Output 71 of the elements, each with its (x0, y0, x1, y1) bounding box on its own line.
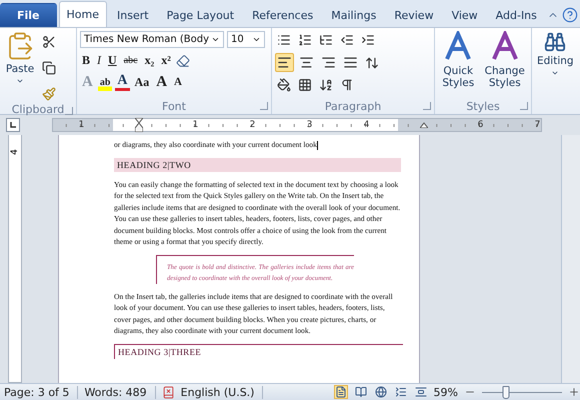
font-name-field[interactable]: Times New Roman (Body (80, 31, 224, 48)
ruler-number: 6 (476, 120, 484, 130)
paste-button[interactable]: Paste (3, 31, 37, 103)
view-button[interactable] (334, 385, 348, 399)
letter-a-icon (490, 31, 520, 61)
font-effect-button[interactable]: A (115, 73, 130, 91)
format-button[interactable]: I (95, 52, 104, 69)
view-button[interactable] (354, 385, 368, 399)
caret-icon (211, 35, 220, 44)
font-effect-button[interactable]: A (154, 74, 170, 90)
format-button[interactable]: x² (159, 52, 173, 69)
group-label: Styles (466, 100, 500, 112)
editing-button[interactable]: Editing (535, 31, 576, 114)
format-button[interactable]: abc (122, 52, 140, 69)
copy-icon[interactable] (40, 59, 58, 77)
ribbon-tab[interactable]: Insert (109, 3, 157, 27)
letter-a-icon (443, 31, 474, 61)
right-indent-marker-icon[interactable] (420, 122, 428, 128)
zoom-level[interactable]: 59% (434, 386, 458, 398)
text-cursor (316, 140, 318, 150)
view-button[interactable] (374, 385, 388, 399)
ruler-number: 3 (306, 120, 314, 130)
styles-button[interactable]: Change Styles (482, 31, 528, 98)
group-label: Paragraph (324, 100, 382, 112)
format-button[interactable]: U (106, 52, 119, 69)
page-count[interactable]: Page: 3 of 5 (4, 386, 78, 398)
font-effect-button[interactable]: Aa (132, 74, 152, 90)
proofing-error-icon (162, 386, 175, 398)
word-count[interactable]: Words: 489 (84, 386, 156, 398)
ruler-number: 4 (362, 120, 370, 130)
eraser-icon (176, 54, 190, 68)
help-icon (562, 7, 578, 23)
binoculars-icon (544, 31, 566, 53)
ribbon-tab[interactable]: References (244, 3, 322, 27)
ruler-number: 1 (192, 120, 200, 130)
launcher-icon[interactable] (260, 102, 268, 110)
view-button[interactable] (394, 385, 408, 399)
ribbon-tab[interactable]: Home (58, 1, 107, 27)
tab-selector-icon[interactable] (6, 118, 20, 132)
ribbon-tab[interactable]: Review (386, 3, 442, 27)
borders-icon[interactable] (296, 76, 314, 94)
font-size-field[interactable]: 10 (227, 31, 265, 48)
ruler-number: 1 (78, 120, 86, 130)
ruler-number: 4 (10, 149, 20, 155)
language-indicator[interactable]: English (U.S.) (180, 386, 264, 398)
ribbon-tab[interactable]: Mailings (323, 3, 384, 27)
zoom-slider-thumb[interactable] (502, 386, 510, 398)
heading: HEADING 2|TWO (114, 158, 401, 172)
launcher-icon[interactable] (423, 102, 431, 110)
font-effect-button[interactable]: A (172, 74, 184, 90)
format-painter-icon[interactable] (40, 85, 58, 103)
format-button[interactable]: B (80, 52, 92, 69)
group-label: Font (162, 100, 186, 112)
shading-icon[interactable] (275, 76, 293, 94)
align-icon[interactable] (275, 53, 294, 72)
file-tab[interactable]: File (0, 3, 57, 27)
styles-button[interactable]: Quick Styles (438, 31, 479, 98)
view-button[interactable] (414, 385, 428, 399)
caret-icon (252, 35, 261, 44)
format-button[interactable]: x₂ (142, 52, 156, 69)
group-label: Clipboard (12, 103, 64, 116)
ruler-number: 2 (248, 120, 256, 130)
ruler-number: 7 (534, 120, 542, 130)
launcher-icon[interactable] (520, 102, 528, 110)
indent-marker-icon[interactable] (134, 118, 142, 132)
zoom-in-icon (568, 386, 580, 398)
heading: HEADING 3|THREE (114, 344, 403, 358)
ribbon-tab[interactable]: View (444, 3, 486, 27)
scroll-bar[interactable] (561, 135, 580, 383)
ribbon-tab[interactable]: Add-Ins (488, 3, 545, 27)
ribbon-tab[interactable]: Page Layout (158, 3, 242, 27)
